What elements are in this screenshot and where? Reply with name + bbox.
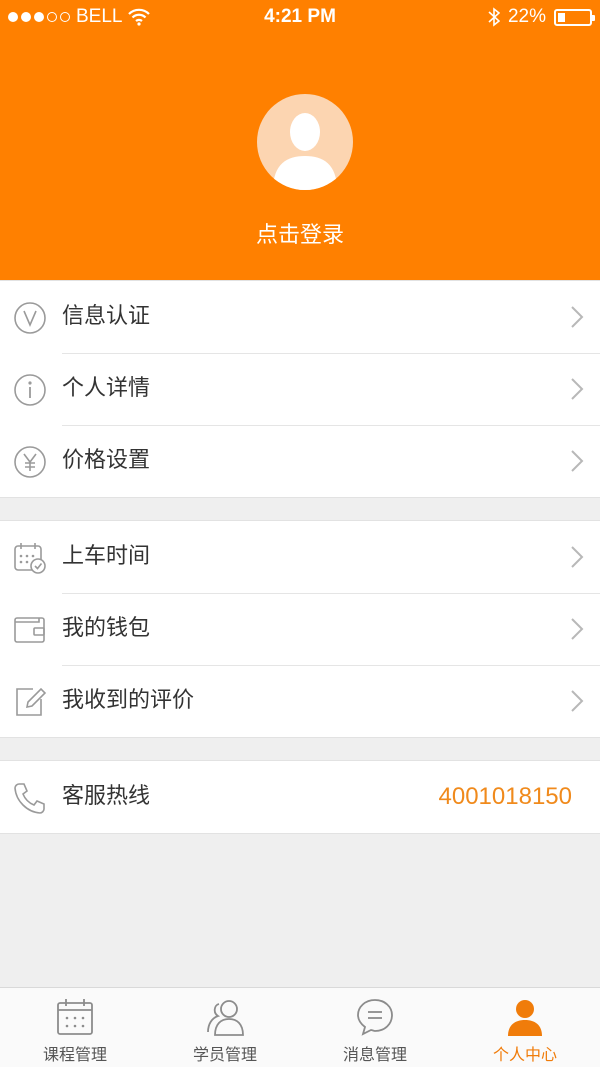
- menu-item-verification[interactable]: 信息认证: [0, 281, 600, 353]
- chevron-right-icon: [571, 618, 584, 640]
- tab-message-management[interactable]: 消息管理: [300, 988, 450, 1067]
- default-user-avatar-icon: [273, 113, 337, 190]
- menu-group-account: 信息认证 个人详情 价格设置: [0, 280, 600, 498]
- status-bar: BELL 4:21 PM 22%: [0, 0, 600, 34]
- edit-icon: [16, 687, 47, 716]
- tab-personal-center[interactable]: 个人中心: [450, 988, 600, 1067]
- battery-percent: 22%: [507, 6, 546, 27]
- menu-item-pickup-time[interactable]: 上车时间: [0, 521, 600, 593]
- tab-label: 课程管理: [42, 1045, 107, 1064]
- tab-student-management[interactable]: 学员管理: [150, 988, 300, 1067]
- login-button[interactable]: 点击登录: [0, 217, 600, 249]
- chevron-right-icon: [571, 546, 584, 568]
- chevron-right-icon: [571, 690, 584, 712]
- chevron-right-icon: [571, 450, 584, 472]
- tab-label: 学员管理: [192, 1045, 257, 1064]
- chat-bubble-icon: [357, 999, 393, 1036]
- tab-bar: 课程管理 学员管理 消息管理 个人中心: [0, 987, 600, 1067]
- menu-item-label: 上车时间: [62, 544, 151, 569]
- tab-label: 消息管理: [342, 1045, 407, 1064]
- menu-item-label: 个人详情: [62, 376, 151, 401]
- info-icon: [14, 374, 46, 406]
- status-right: 22%: [488, 6, 595, 28]
- menu-item-reviews[interactable]: 我收到的评价: [0, 665, 600, 737]
- menu-group-business: 上车时间 我的钱包 我收到的评价: [0, 520, 600, 738]
- users-icon: [207, 1000, 244, 1036]
- chevron-right-icon: [571, 378, 584, 400]
- phone-icon: [14, 783, 45, 814]
- menu-item-label: 我收到的评价: [62, 688, 195, 713]
- bluetooth-icon: [488, 7, 500, 27]
- menu-item-price-settings[interactable]: 价格设置: [0, 425, 600, 497]
- calendar-icon: [57, 999, 93, 1035]
- tab-label: 个人中心: [492, 1045, 557, 1064]
- avatar[interactable]: [257, 94, 353, 190]
- verified-v-icon: [14, 302, 46, 334]
- person-icon: [508, 1000, 542, 1036]
- menu-item-label: 信息认证: [62, 304, 151, 329]
- yuan-icon: [14, 446, 46, 478]
- menu-item-personal-details[interactable]: 个人详情: [0, 353, 600, 425]
- tab-course-management[interactable]: 课程管理: [0, 988, 150, 1067]
- hotline-number[interactable]: 4001018150: [439, 761, 572, 833]
- chevron-right-icon: [571, 306, 584, 328]
- menu-item-label: 客服热线: [62, 784, 151, 809]
- battery-icon: [554, 8, 595, 26]
- menu-item-label: 我的钱包: [62, 616, 151, 641]
- menu-item-wallet[interactable]: 我的钱包: [0, 593, 600, 665]
- menu-group-support: 客服热线 4001018150: [0, 760, 600, 834]
- menu-item-label: 价格设置: [62, 448, 151, 473]
- calendar-clock-icon: [14, 543, 46, 574]
- menu-item-hotline[interactable]: 客服热线 4001018150: [0, 761, 600, 833]
- wallet-icon: [14, 617, 45, 643]
